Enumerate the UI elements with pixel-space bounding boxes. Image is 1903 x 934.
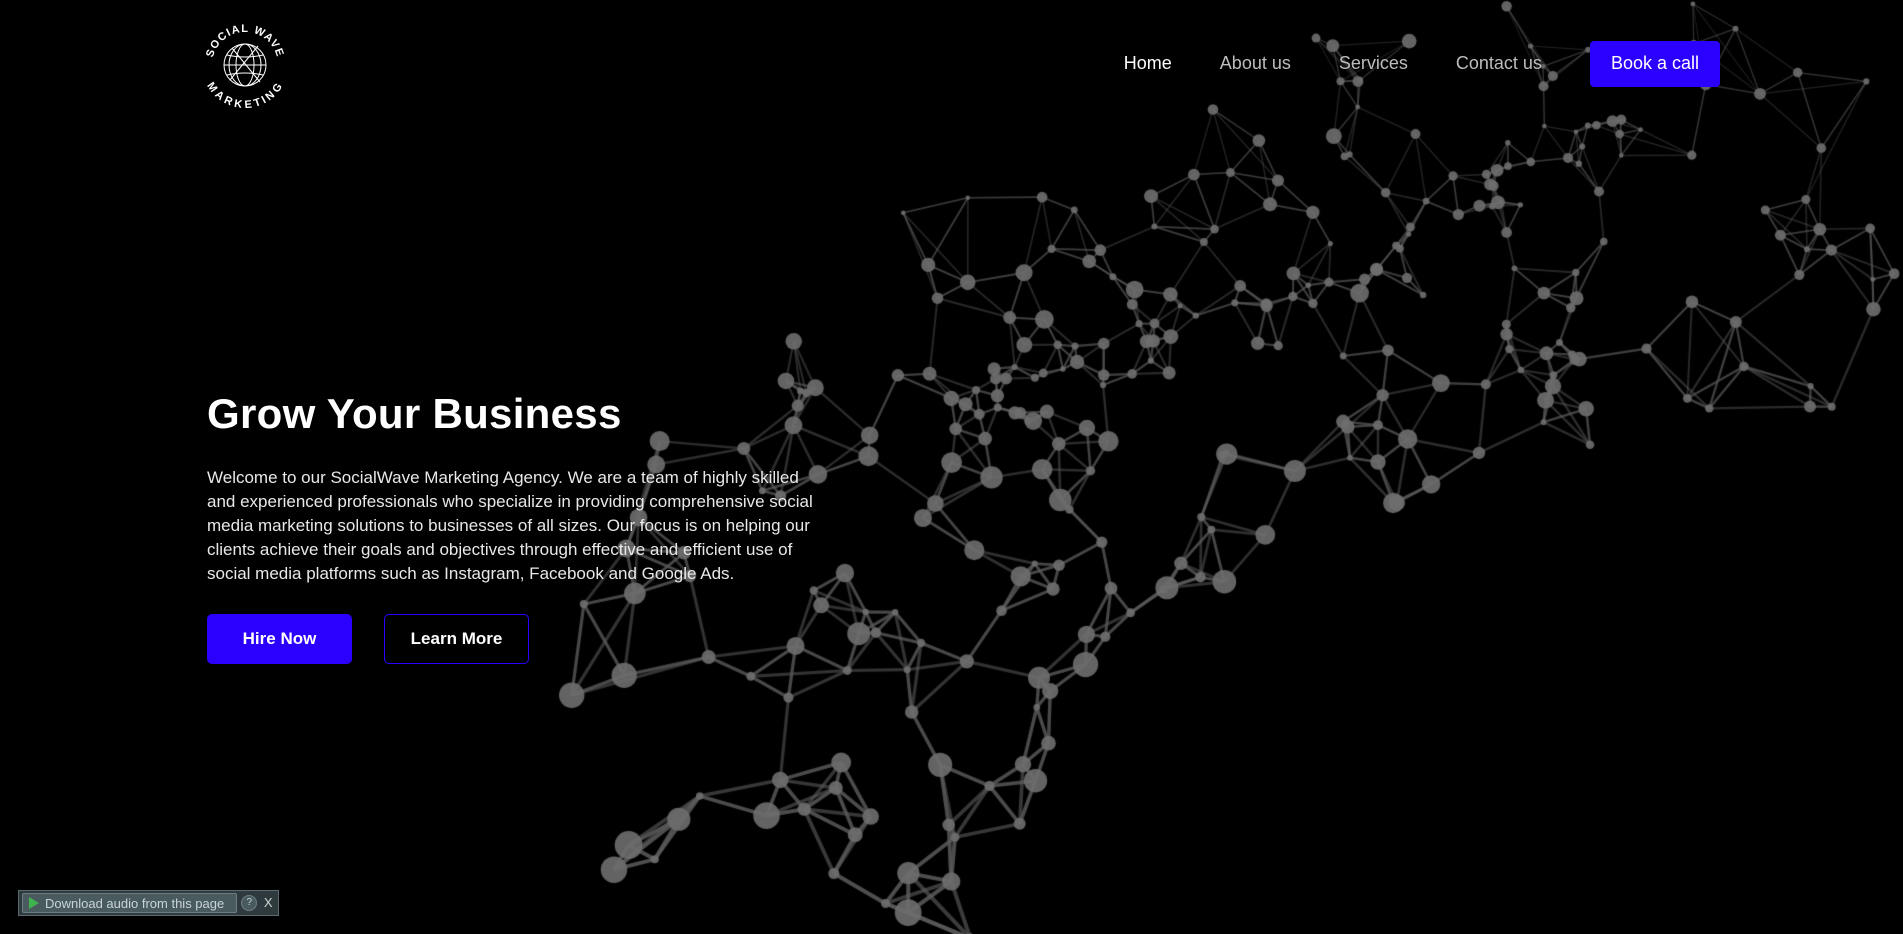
nav-contact-us[interactable]: Contact us <box>1456 53 1542 74</box>
help-icon[interactable]: ? <box>241 895 258 911</box>
main-nav: Home About us Services Contact us Book a… <box>1124 40 1720 87</box>
hero-title: Grow Your Business <box>207 390 622 437</box>
nav-services[interactable]: Services <box>1339 53 1408 74</box>
audio-download-widget: Download audio from this page ? X <box>18 890 280 916</box>
download-audio-label: Download audio from this page <box>45 895 225 911</box>
logo-text-bottom: MARKETING <box>204 80 284 108</box>
logo[interactable]: SOCIAL WAVE MARKETING <box>202 22 288 108</box>
globe-icon <box>223 43 267 87</box>
hero-description: Welcome to our SocialWave Marketing Agen… <box>207 468 813 583</box>
play-icon <box>29 897 39 909</box>
close-icon[interactable]: X <box>261 896 275 910</box>
svg-text:MARKETING: MARKETING <box>204 80 285 108</box>
hero-section: Grow Your Business Welcome to our Social… <box>207 388 837 664</box>
download-audio-button[interactable]: Download audio from this page <box>22 893 238 913</box>
hire-now-button[interactable]: Hire Now <box>207 614 352 664</box>
page: SOCIAL WAVE MARKETING Home About us Serv… <box>0 0 1903 934</box>
hero-actions: Hire Now Learn More <box>207 614 837 664</box>
logo-text-top: SOCIAL WAVE <box>204 23 285 59</box>
svg-text:SOCIAL WAVE: SOCIAL WAVE <box>204 23 286 59</box>
learn-more-button[interactable]: Learn More <box>384 614 529 664</box>
nav-home[interactable]: Home <box>1124 53 1172 74</box>
nav-about-us[interactable]: About us <box>1220 53 1291 74</box>
book-a-call-button[interactable]: Book a call <box>1589 40 1720 87</box>
